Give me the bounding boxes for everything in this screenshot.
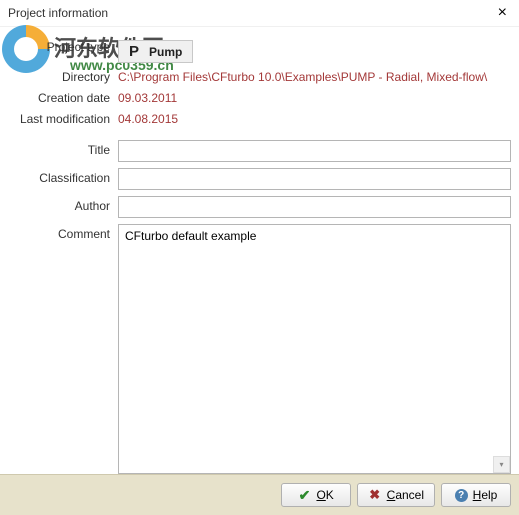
value-directory: C:\Program Files\CFturbo 10.0\Examples\P… bbox=[118, 67, 487, 84]
help-label: elp bbox=[481, 488, 497, 502]
close-icon[interactable]: × bbox=[494, 4, 511, 22]
value-project-type: P Pump bbox=[118, 37, 193, 63]
label-author: Author bbox=[8, 196, 118, 213]
classification-input[interactable] bbox=[118, 168, 511, 190]
author-input[interactable] bbox=[118, 196, 511, 218]
value-creation-date: 09.03.2011 bbox=[118, 88, 177, 105]
label-creation-date: Creation date bbox=[8, 88, 118, 105]
scroll-down-icon[interactable]: ▾ bbox=[493, 456, 510, 473]
title-input[interactable] bbox=[118, 140, 511, 162]
label-directory: Directory bbox=[8, 67, 118, 84]
label-classification: Classification bbox=[8, 168, 118, 185]
cancel-button[interactable]: ✖ Cancel bbox=[357, 483, 435, 507]
value-last-modification: 04.08.2015 bbox=[118, 109, 178, 126]
ok-button[interactable]: ✔ OK bbox=[281, 483, 351, 507]
ok-label: K bbox=[326, 488, 334, 502]
question-icon: ? bbox=[455, 489, 468, 502]
check-icon: ✔ bbox=[297, 488, 311, 502]
project-type-code: P bbox=[129, 43, 139, 60]
label-project-type: Project type bbox=[8, 37, 118, 54]
button-bar: ✔ OK ✖ Cancel ? Help bbox=[0, 474, 519, 515]
comment-textarea[interactable]: CFturbo default example bbox=[118, 224, 511, 474]
project-type-name: Pump bbox=[149, 45, 182, 59]
x-icon: ✖ bbox=[368, 488, 382, 502]
window-title: Project information bbox=[8, 6, 108, 20]
label-comment: Comment bbox=[8, 224, 118, 241]
label-last-modification: Last modification bbox=[8, 109, 118, 126]
cancel-label: ancel bbox=[395, 488, 424, 502]
label-title: Title bbox=[8, 140, 118, 157]
help-button[interactable]: ? Help bbox=[441, 483, 511, 507]
